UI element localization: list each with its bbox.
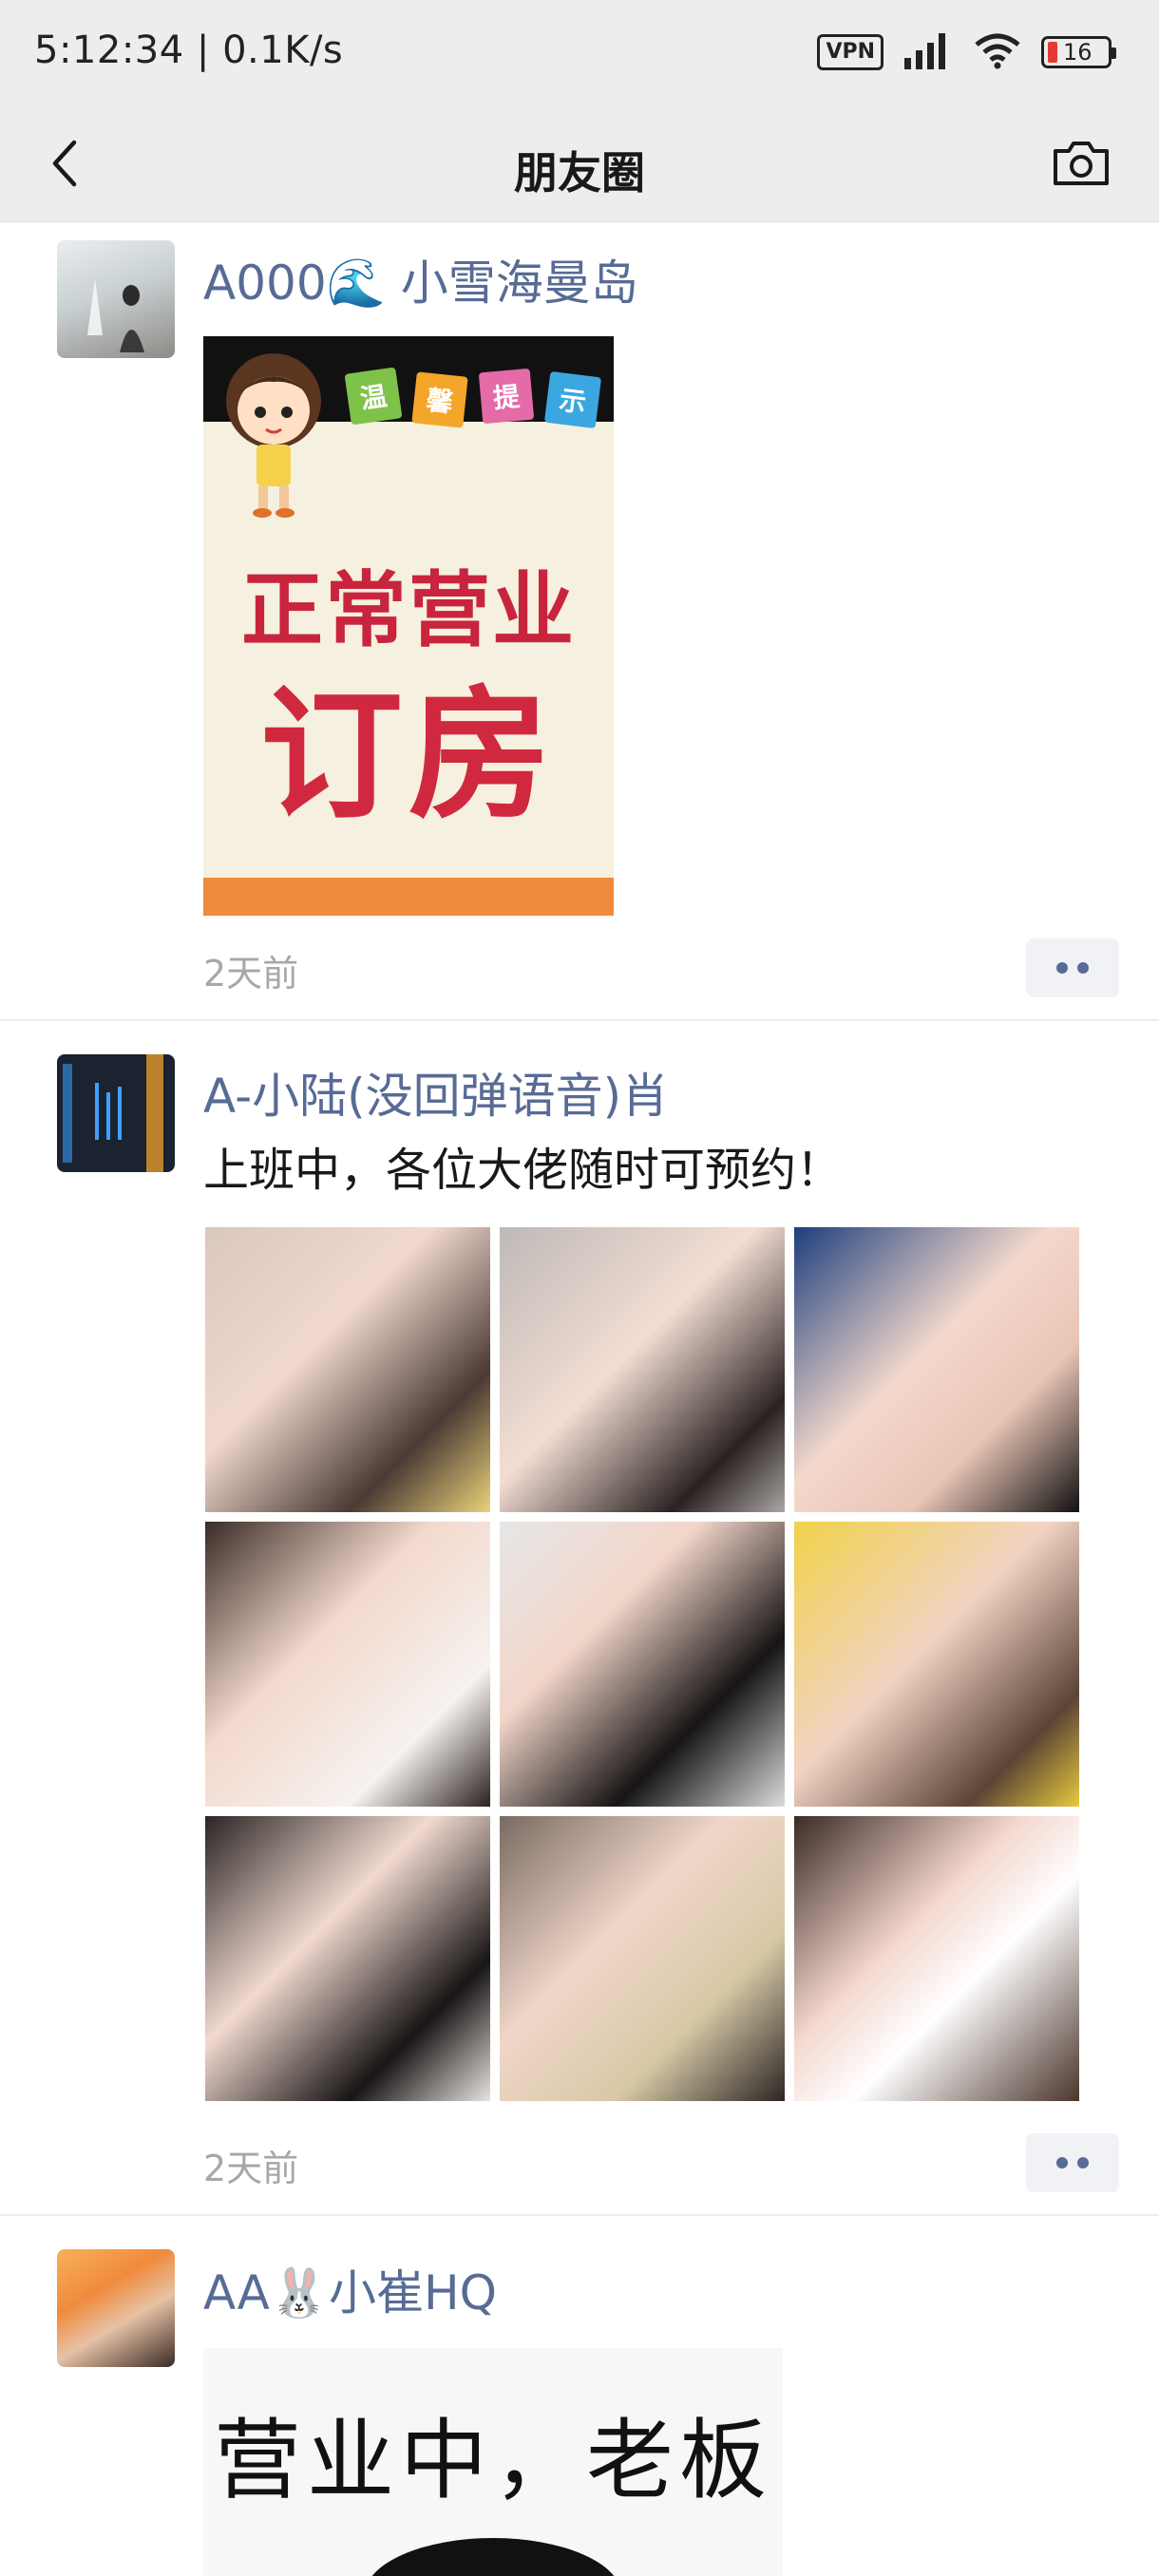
poster-tag: 温 — [344, 367, 403, 426]
avatar[interactable] — [57, 1054, 175, 1172]
avatar[interactable] — [57, 2249, 175, 2367]
poster-tag: 提 — [478, 368, 535, 425]
photo-thumbnail[interactable] — [500, 1522, 785, 1807]
post-author[interactable]: AA🐰小崔HQ — [203, 2255, 497, 2323]
photo-thumbnail[interactable] — [205, 1522, 490, 1807]
poster-tag: 示 — [543, 370, 602, 429]
page-title: 朋友圈 — [514, 147, 645, 199]
post-author[interactable]: A-小陆(没回弹语音)肖 — [203, 1058, 669, 1127]
battery-level: 16 — [1063, 39, 1092, 66]
post-divider — [0, 1019, 1159, 1021]
photo-thumbnail[interactable] — [794, 1522, 1079, 1807]
post-actions-button[interactable] — [1026, 938, 1119, 997]
status-time: 5:12:34 | 0.1K/s — [34, 28, 344, 72]
poster-text: 订房 — [259, 673, 557, 839]
photo-thumbnail[interactable] — [794, 1816, 1079, 2101]
post-time: 2天前 — [203, 953, 299, 994]
photo-thumbnail[interactable] — [794, 1227, 1079, 1512]
status-bar: 5:12:34 | 0.1K/s VPN 16 — [0, 0, 1159, 104]
photo-thumbnail[interactable] — [500, 1816, 785, 2101]
meme-text: 营业中，老板 — [213, 2410, 772, 2511]
battery-icon: 16 — [1041, 36, 1116, 68]
photo-grid — [205, 1227, 1083, 2105]
photo-thumbnail[interactable] — [205, 1816, 490, 2101]
signal-icon — [902, 29, 954, 75]
post-author[interactable]: A000🌊 小雪海曼岛 — [203, 245, 638, 313]
wifi-icon — [973, 31, 1022, 73]
camera-icon — [1054, 142, 1109, 185]
photo-thumbnail[interactable] — [205, 1227, 490, 1512]
poster-tag: 馨 — [411, 371, 468, 428]
avatar[interactable] — [57, 240, 175, 358]
post-actions-button[interactable] — [1026, 2133, 1119, 2192]
post-image[interactable]: 温 馨 提 示 正常营业 订房 — [203, 336, 614, 916]
photo-thumbnail[interactable] — [500, 1227, 785, 1512]
camera-button[interactable] — [1041, 125, 1121, 201]
post-time: 2天前 — [203, 2148, 299, 2189]
cartoon-girl-illustration — [226, 353, 321, 518]
status-icons: VPN 16 — [817, 28, 1116, 76]
top-nav-bar: 朋友圈 — [0, 104, 1159, 222]
post-image[interactable]: 营业中，老板 — [203, 2348, 783, 2576]
post-text: 上班中，各位大佬随时可预约！ — [203, 1144, 843, 1197]
post-divider — [0, 2214, 1159, 2216]
vpn-icon: VPN — [817, 34, 884, 70]
